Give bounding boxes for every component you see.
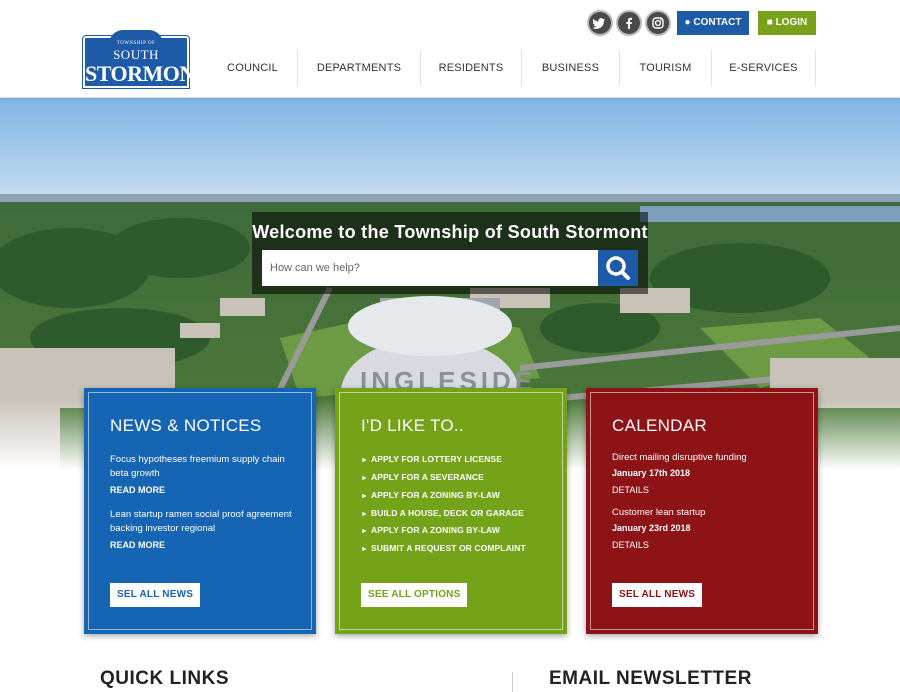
news-read-more-link[interactable]: READ MORE — [110, 540, 165, 550]
option-link[interactable]: ► APPLY FOR A ZONING BY-LAW — [361, 525, 500, 535]
news-title: NEWS & NOTICES — [110, 416, 262, 435]
nav-e-services[interactable]: E-SERVICES — [712, 50, 816, 86]
news-item-text: Focus hypotheses freemium supply chain b… — [110, 454, 285, 479]
chevron-right-icon: ► — [361, 493, 369, 500]
contact-label: CONTACT — [693, 17, 742, 28]
option-label: APPLY FOR A SEVERANCE — [371, 472, 484, 482]
options-title: I'D LIKE TO.. — [361, 416, 464, 435]
instagram-glyph — [652, 17, 664, 29]
search-button[interactable] — [598, 250, 638, 286]
login-button[interactable]: ■ LOGIN — [758, 11, 816, 35]
section-divider — [512, 672, 513, 692]
user-icon: ■ — [766, 17, 773, 28]
nav-council[interactable]: COUNCIL — [208, 50, 298, 86]
contact-button[interactable]: ● CONTACT — [677, 11, 749, 35]
options-card: I'D LIKE TO.. ► APPLY FOR LOTTERY LICENSE… — [335, 388, 567, 634]
event-date: January 17th 2018 — [612, 468, 691, 478]
option-link[interactable]: ► SUBMIT A REQUEST OR COMPLAINT — [361, 543, 526, 553]
main-nav: COUNCIL DEPARTMENTS RESIDENTS BUSINESS T… — [208, 50, 816, 86]
logo-township-text: TOWNSHIP OF — [116, 41, 156, 46]
nav-residents[interactable]: RESIDENTS — [421, 50, 522, 86]
site-logo[interactable]: TOWNSHIP OF SOUTH STORMONT — [82, 30, 209, 89]
chevron-right-icon: ► — [361, 457, 369, 464]
instagram-icon[interactable] — [645, 10, 671, 36]
event-title: Customer lean startup — [612, 507, 706, 518]
event-date: January 23rd 2018 — [612, 523, 691, 533]
news-item-text: Lean startup ramen social proof agreemen… — [110, 509, 292, 534]
twitter-icon[interactable] — [587, 10, 613, 36]
option-label: APPLY FOR A ZONING BY-LAW — [371, 525, 500, 535]
option-link[interactable]: ► APPLY FOR A SEVERANCE — [361, 472, 484, 482]
welcome-panel: Welcome to the Township of South Stormon… — [252, 212, 648, 294]
option-link[interactable]: ► APPLY FOR LOTTERY LICENSE — [361, 454, 502, 464]
see-all-news-button[interactable]: SEL ALL NEWS — [110, 583, 201, 607]
login-label: LOGIN — [775, 17, 808, 28]
nav-tourism[interactable]: TOURISM — [620, 50, 712, 86]
facebook-glyph — [626, 17, 632, 29]
calendar-title: CALENDAR — [612, 416, 707, 435]
site-header: TOWNSHIP OF SOUTH STORMONT ● CONTACT ■ L… — [0, 0, 900, 98]
news-read-more-link[interactable]: READ MORE — [110, 485, 165, 495]
nav-business[interactable]: BUSINESS — [522, 50, 620, 86]
logo-stormont-text: STORMONT — [85, 61, 209, 86]
option-label: APPLY FOR A ZONING BY-LAW — [371, 490, 500, 500]
calendar-card: CALENDAR Direct mailing disruptive fundi… — [586, 388, 818, 634]
map-pin-icon: ● — [684, 17, 691, 28]
chevron-right-icon: ► — [361, 546, 369, 553]
option-link[interactable]: ► BUILD A HOUSE, DECK OR GARAGE — [361, 508, 524, 518]
chevron-right-icon: ► — [361, 511, 369, 518]
event-details-link[interactable]: DETAILS — [612, 540, 649, 550]
chevron-right-icon: ► — [361, 475, 369, 482]
chevron-right-icon: ► — [361, 528, 369, 535]
option-label: SUBMIT A REQUEST OR COMPLAINT — [371, 543, 526, 553]
twitter-glyph — [592, 18, 605, 29]
event-details-link[interactable]: DETAILS — [612, 485, 649, 495]
nav-departments[interactable]: DEPARTMENTS — [298, 50, 421, 86]
welcome-title: Welcome to the Township of South Stormon… — [252, 222, 648, 242]
see-all-options-button[interactable]: SEE ALL OPTIONS — [361, 583, 468, 607]
option-label: APPLY FOR LOTTERY LICENSE — [371, 454, 502, 464]
sky — [0, 98, 900, 198]
search-input[interactable] — [262, 250, 600, 286]
search-icon — [606, 256, 630, 280]
event-title: Direct mailing disruptive funding — [612, 452, 747, 463]
facebook-icon[interactable] — [616, 10, 642, 36]
quick-links-heading: QUICK LINKS — [100, 668, 229, 689]
news-card: NEWS & NOTICES Focus hypotheses freemium… — [84, 388, 316, 634]
option-label: BUILD A HOUSE, DECK OR GARAGE — [371, 508, 524, 518]
river — [640, 206, 900, 222]
option-link[interactable]: ► APPLY FOR A ZONING BY-LAW — [361, 490, 500, 500]
see-all-events-button[interactable]: SEL ALL NEWS — [612, 583, 703, 607]
newsletter-heading: EMAIL NEWSLETTER — [549, 668, 752, 689]
